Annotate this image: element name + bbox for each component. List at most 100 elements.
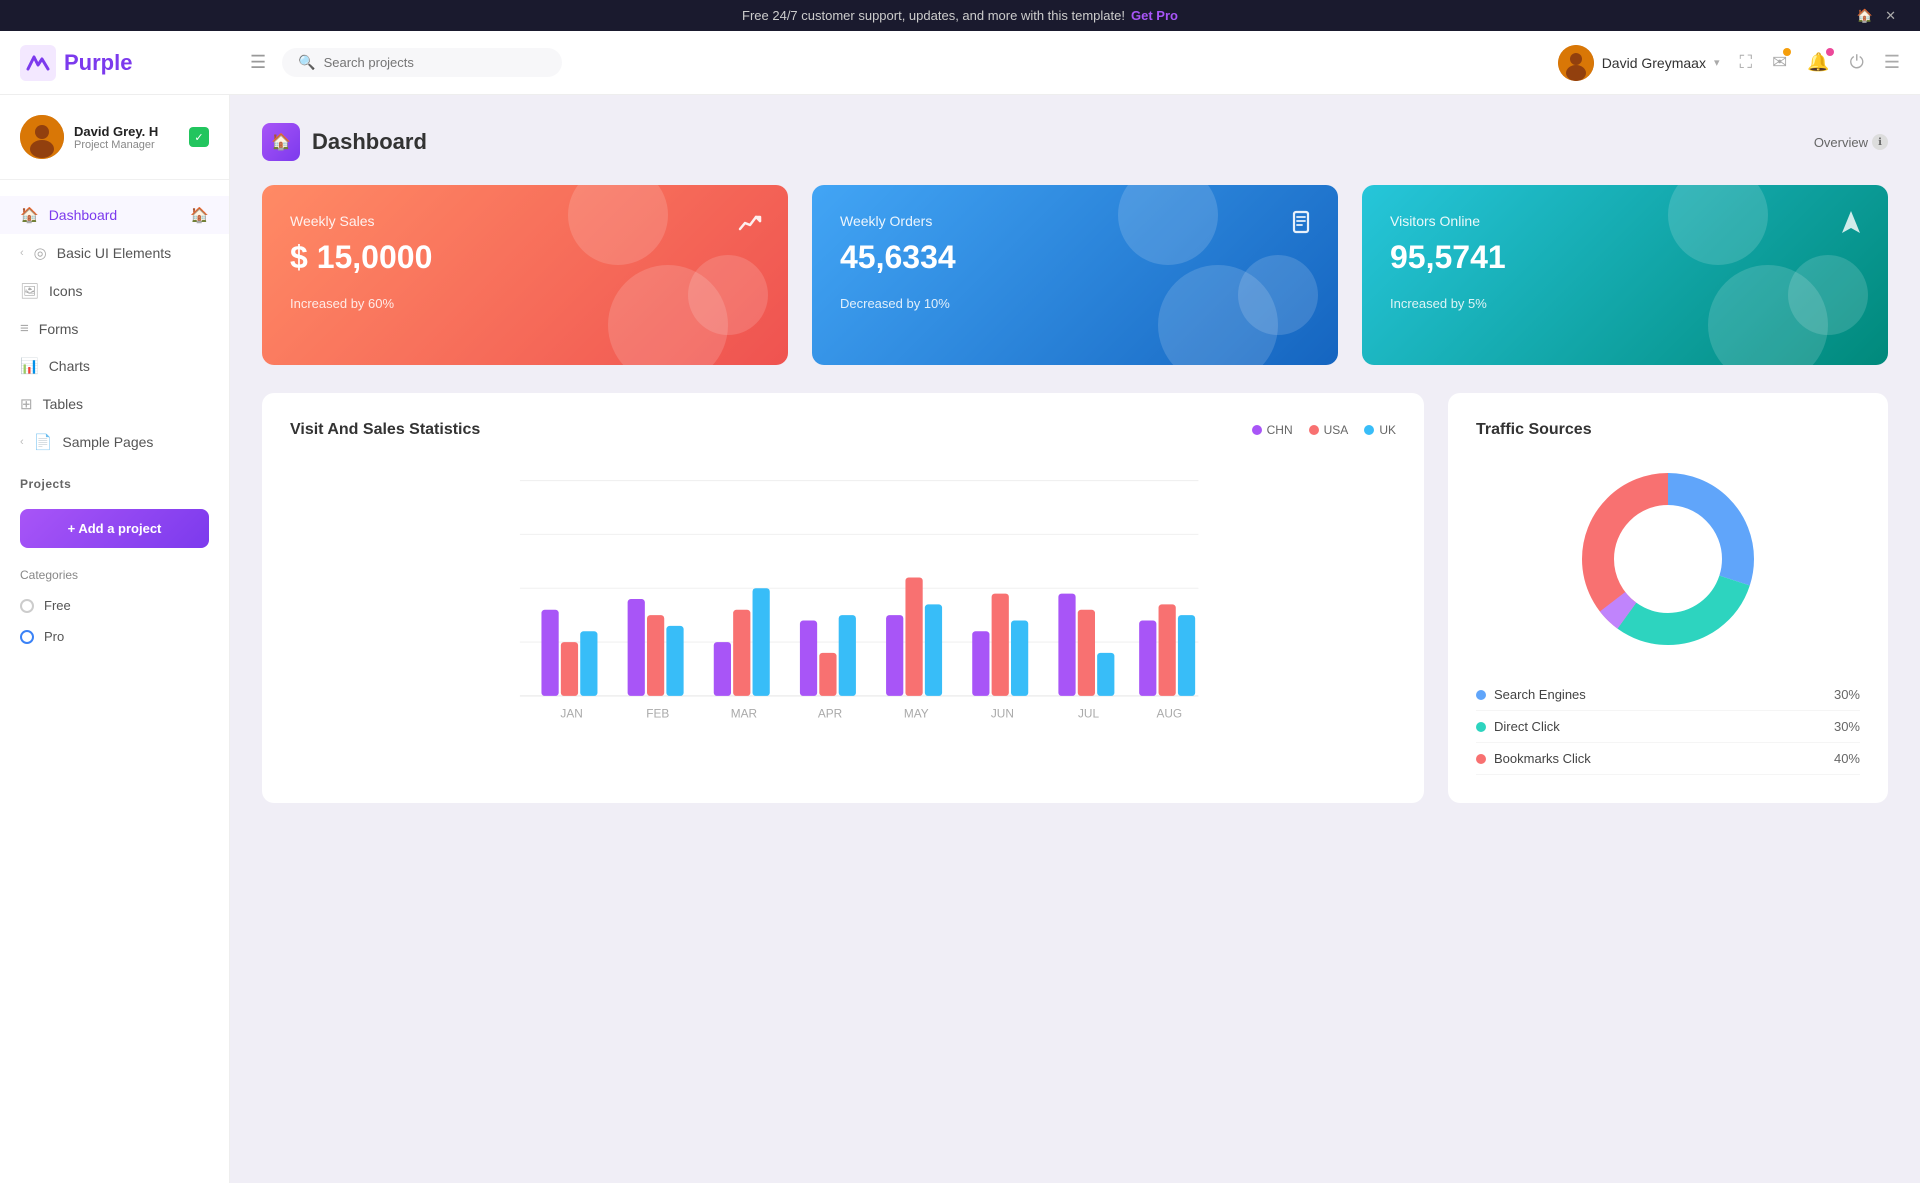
sidebar-item-forms[interactable]: ≡ Forms [0, 310, 229, 347]
card-decoration [688, 255, 768, 335]
legend-uk: UK [1364, 423, 1396, 437]
stat-label: Visitors Online [1390, 213, 1860, 229]
search-bar[interactable]: 🔍 [282, 48, 562, 77]
logo-text: Purple [64, 50, 132, 76]
svg-text:APR: APR [818, 706, 842, 720]
category-pro[interactable]: Pro [0, 621, 229, 652]
avatar [1558, 45, 1594, 81]
bar-chart-container: JAN FEB MAR [290, 459, 1396, 739]
layout: David Grey. H Project Manager ✓ 🏠 Dashbo… [0, 95, 1920, 1183]
profile-check: ✓ [189, 127, 209, 147]
legend-label-usa: USA [1324, 423, 1349, 437]
sidebar-item-charts[interactable]: 📊 Charts [0, 347, 229, 385]
traffic-item-bookmarks: Bookmarks Click 40% [1476, 743, 1860, 775]
dashboard-icon-right: 🏠 [190, 206, 209, 224]
free-circle [20, 599, 34, 613]
stat-label: Weekly Sales [290, 213, 760, 229]
bar-chart-card: Visit And Sales Statistics CHN USA UK [262, 393, 1424, 803]
sidebar-item-dashboard[interactable]: 🏠 Dashboard 🏠 [0, 196, 229, 234]
sidebar-item-label: Icons [49, 283, 82, 299]
card-decoration [1788, 255, 1868, 335]
image-icon: 🖼 [20, 282, 39, 300]
traffic-item-direct: Direct Click 30% [1476, 711, 1860, 743]
hamburger-icon[interactable]: ☰ [250, 52, 266, 73]
legend-label-chn: CHN [1267, 423, 1293, 437]
bar-chart-svg: JAN FEB MAR [290, 459, 1396, 739]
direct-pct: 30% [1834, 719, 1860, 734]
svg-text:JAN: JAN [560, 706, 582, 720]
user-area[interactable]: David Greymaax ▾ [1558, 45, 1720, 81]
mail-icon[interactable]: ✉ [1772, 52, 1787, 73]
add-project-button[interactable]: + Add a project [20, 509, 209, 548]
categories-label: Categories [0, 560, 229, 590]
sidebar-item-tables[interactable]: ⊞ Tables [0, 385, 229, 423]
stat-card-visitors: Visitors Online 95,5741 Increased by 5% [1362, 185, 1888, 365]
page-title: Dashboard [312, 129, 427, 155]
legend-dot-uk [1364, 425, 1374, 435]
bell-icon[interactable]: 🔔 [1807, 52, 1829, 73]
sidebar-item-label: Basic UI Elements [57, 245, 171, 261]
donut-svg [1568, 459, 1768, 659]
page-header: 🏠 Dashboard Overview ℹ [262, 123, 1888, 161]
sidebar-item-icons[interactable]: 🖼 Icons [0, 272, 229, 310]
forms-icon: ≡ [20, 320, 29, 337]
logo-icon [20, 45, 56, 81]
stat-change: Increased by 5% [1390, 296, 1860, 311]
list-icon[interactable]: ☰ [1884, 52, 1900, 73]
pro-circle [20, 630, 34, 644]
profile-role: Project Manager [74, 139, 179, 151]
donut-container [1476, 459, 1860, 659]
get-pro-link[interactable]: Get Pro [1131, 8, 1178, 23]
sidebar: David Grey. H Project Manager ✓ 🏠 Dashbo… [0, 95, 230, 1183]
search-label: Search Engines [1494, 687, 1586, 702]
stat-change: Increased by 60% [290, 296, 760, 311]
sidebar-item-sample-pages[interactable]: ‹ 📄 Sample Pages [0, 423, 229, 461]
donut-chart-title: Traffic Sources [1476, 421, 1592, 439]
overview-link[interactable]: Overview ℹ [1814, 134, 1888, 150]
sidebar-item-basic-ui[interactable]: ‹ ◎ Basic UI Elements [0, 234, 229, 272]
page-icon: 🏠 [262, 123, 300, 161]
tables-icon: ⊞ [20, 395, 33, 413]
card-decoration [1238, 255, 1318, 335]
mail-badge [1783, 48, 1791, 56]
bookmarks-label: Bookmarks Click [1494, 751, 1591, 766]
donut-chart-header: Traffic Sources [1476, 421, 1860, 439]
stat-change: Decreased by 10% [840, 296, 1310, 311]
search-dot [1476, 690, 1486, 700]
svg-text:MAY: MAY [904, 706, 929, 720]
category-label: Pro [44, 629, 64, 644]
svg-text:FEB: FEB [646, 706, 669, 720]
traffic-legend: Search Engines 30% Direct Click 30% [1476, 679, 1860, 775]
category-free[interactable]: Free [0, 590, 229, 621]
avatar-img [1558, 45, 1594, 81]
power-icon[interactable]: ⏻ [1850, 52, 1864, 73]
projects-section-label: Projects [0, 461, 229, 497]
svg-text:AUG: AUG [1156, 706, 1182, 720]
direct-dot [1476, 722, 1486, 732]
stat-label: Weekly Orders [840, 213, 1310, 229]
overview-label: Overview [1814, 135, 1868, 150]
svg-text:JUN: JUN [991, 706, 1014, 720]
charts-grid: Visit And Sales Statistics CHN USA UK [262, 393, 1888, 803]
sidebar-item-label: Charts [49, 358, 90, 374]
fullscreen-icon[interactable]: ⛶ [1739, 52, 1752, 73]
arrow-icon: ‹ [20, 436, 24, 448]
user-name: David Greymaax [1602, 55, 1706, 71]
stat-card-sales: Weekly Sales $ 15,0000 Increased by 60% [262, 185, 788, 365]
legend-label-uk: UK [1379, 423, 1396, 437]
banner-text: Free 24/7 customer support, updates, and… [742, 8, 1125, 23]
bell-badge [1826, 48, 1834, 56]
chart-header: Visit And Sales Statistics CHN USA UK [290, 421, 1396, 439]
profile-name: David Grey. H [74, 124, 179, 139]
sidebar-item-label: Dashboard [49, 207, 118, 223]
search-input[interactable] [324, 55, 547, 70]
profile-info: David Grey. H Project Manager [74, 124, 179, 151]
banner-home-icon[interactable]: 🏠 [1857, 8, 1873, 24]
sidebar-item-label: Tables [43, 396, 83, 412]
target-icon: ◎ [34, 244, 47, 262]
logo-area: Purple [20, 45, 250, 81]
navbar-right: David Greymaax ▾ ⛶ ✉ 🔔 ⏻ ☰ [1558, 45, 1900, 81]
top-navbar: Purple ☰ 🔍 David Greymaax ▾ ⛶ ✉ � [0, 31, 1920, 95]
banner-close-icon[interactable]: ✕ [1885, 8, 1896, 24]
stat-card-orders: Weekly Orders 45,6334 Decreased by 10% [812, 185, 1338, 365]
